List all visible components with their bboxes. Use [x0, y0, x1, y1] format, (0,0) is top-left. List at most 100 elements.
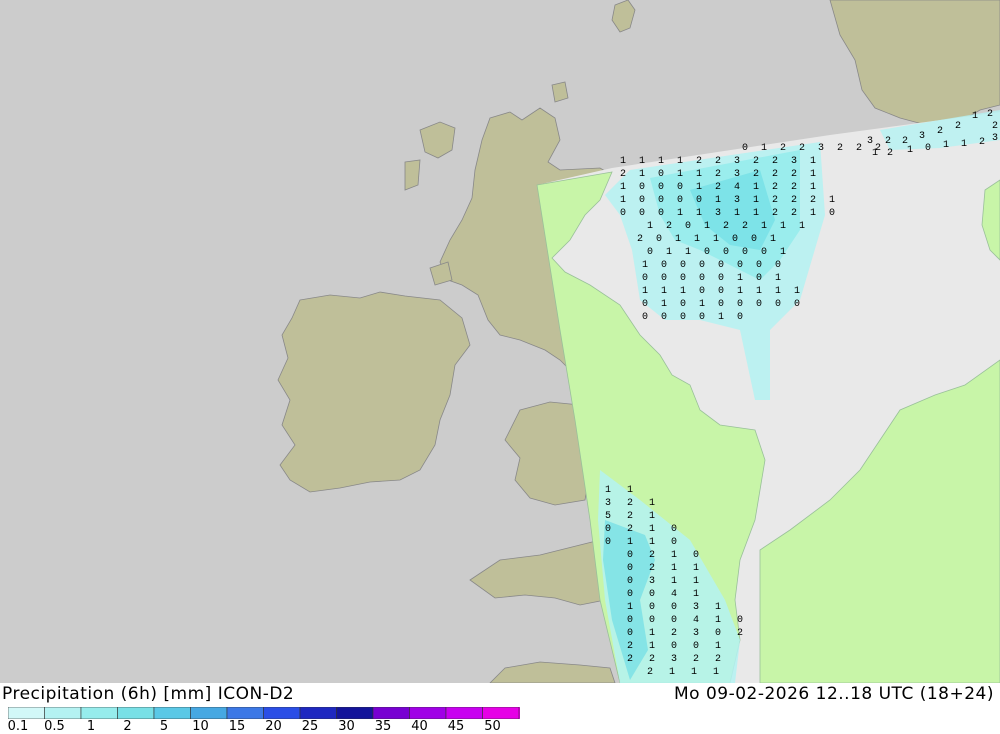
precip-value: 2	[791, 169, 797, 180]
precip-value: 3	[671, 654, 677, 665]
precip-value: 0	[718, 286, 724, 297]
precip-value: 0	[642, 312, 648, 323]
precip-value: 1	[715, 195, 721, 206]
precip-value: 2	[810, 195, 816, 206]
scale-tick-label: 35	[374, 719, 392, 734]
precip-value: 0	[627, 615, 633, 626]
precip-value: 1	[761, 143, 767, 154]
precip-value: 0	[693, 641, 699, 652]
precip-value: 0	[658, 169, 664, 180]
precip-value: 0	[718, 273, 724, 284]
precip-value: 2	[666, 221, 672, 232]
precip-value: 1	[775, 273, 781, 284]
scale-tick-label: 30	[338, 719, 355, 734]
precip-value: 0	[639, 208, 645, 219]
precip-value: 2	[987, 109, 993, 120]
precip-value: 2	[791, 182, 797, 193]
precip-value: 1	[794, 286, 800, 297]
precip-value: 0	[649, 589, 655, 600]
precip-value: 2	[856, 143, 862, 154]
precip-value: 0	[658, 195, 664, 206]
precip-value: 2	[753, 156, 759, 167]
precip-value: 2	[979, 137, 985, 148]
scale-tick-label: 40	[411, 719, 428, 734]
precip-value: 2	[837, 143, 843, 154]
precip-value: 0	[649, 602, 655, 613]
precip-value: 1	[649, 628, 655, 639]
precip-value: 2	[715, 182, 721, 193]
precip-value: 0	[693, 550, 699, 561]
precip-value: 0	[639, 195, 645, 206]
precip-value: 2	[772, 208, 778, 219]
precip-value: 1	[775, 286, 781, 297]
scale-tick-label: 5	[159, 719, 169, 734]
precip-value: 0	[751, 234, 757, 245]
precip-value: 0	[718, 299, 724, 310]
precip-value: 1	[713, 667, 719, 678]
precip-value: 0	[737, 312, 743, 323]
scale-swatch	[336, 707, 374, 719]
precip-value: 0	[658, 182, 664, 193]
precip-value: 0	[627, 576, 633, 587]
scale-swatch	[263, 707, 301, 719]
precip-value: 0	[723, 247, 729, 258]
precip-value: 1	[694, 234, 700, 245]
precip-value: 1	[810, 182, 816, 193]
precip-value: 0	[925, 143, 931, 154]
scale-swatch	[482, 707, 520, 719]
precip-value: 0	[742, 143, 748, 154]
color-scale	[8, 707, 520, 719]
precip-value: 1	[810, 208, 816, 219]
precip-value: 1	[961, 139, 967, 150]
precip-value: 1	[756, 286, 762, 297]
scale-tick-label: 0.5	[44, 719, 65, 734]
precip-value: 1	[671, 576, 677, 587]
precip-value: 1	[620, 195, 626, 206]
scale-swatch	[299, 707, 337, 719]
precip-value: 2	[649, 563, 655, 574]
precip-value: 2	[791, 195, 797, 206]
valid-time: Mo 09-02-2026 12..18 UTC (18+24)	[673, 684, 994, 704]
precip-value: 1	[696, 182, 702, 193]
precip-value: 0	[671, 615, 677, 626]
precip-value: 0	[737, 615, 743, 626]
precip-value: 1	[753, 195, 759, 206]
precip-value: 0	[680, 273, 686, 284]
scale-tick-label: 15	[228, 719, 246, 734]
scale-tick-label: 45	[447, 719, 465, 734]
precip-value: 2	[955, 121, 961, 132]
precip-value: 5	[605, 511, 611, 522]
precip-value: 1	[693, 576, 699, 587]
precip-value: 2	[992, 121, 998, 132]
precip-value: 1	[677, 156, 683, 167]
precip-value: 0	[718, 260, 724, 271]
precip-value: 0	[671, 602, 677, 613]
scale-swatch	[8, 707, 45, 719]
precip-value: 1	[734, 208, 740, 219]
precip-value: 1	[943, 140, 949, 151]
precip-value: 1	[713, 234, 719, 245]
precip-value: 0	[775, 260, 781, 271]
precip-value: 0	[639, 182, 645, 193]
precip-value: 2	[693, 654, 699, 665]
precip-value: 0	[658, 208, 664, 219]
precip-value: 0	[605, 524, 611, 535]
precip-value: 1	[649, 511, 655, 522]
precip-value: 0	[696, 195, 702, 206]
precip-value: 2	[742, 221, 748, 232]
precip-value: 1	[780, 221, 786, 232]
precip-value: 1	[677, 169, 683, 180]
precip-value: 1	[691, 667, 697, 678]
precip-value: 1	[799, 221, 805, 232]
precip-value: 0	[732, 234, 738, 245]
precip-value: 2	[637, 234, 643, 245]
precip-value: 1	[810, 169, 816, 180]
precip-value: 1	[661, 286, 667, 297]
scale-overflow-arrow	[519, 707, 520, 719]
precip-value: 1	[671, 563, 677, 574]
precip-value: 0	[756, 260, 762, 271]
precip-value: 0	[627, 589, 633, 600]
precip-value: 1	[699, 299, 705, 310]
precip-value: 1	[627, 537, 633, 548]
precip-value: 1	[718, 312, 724, 323]
